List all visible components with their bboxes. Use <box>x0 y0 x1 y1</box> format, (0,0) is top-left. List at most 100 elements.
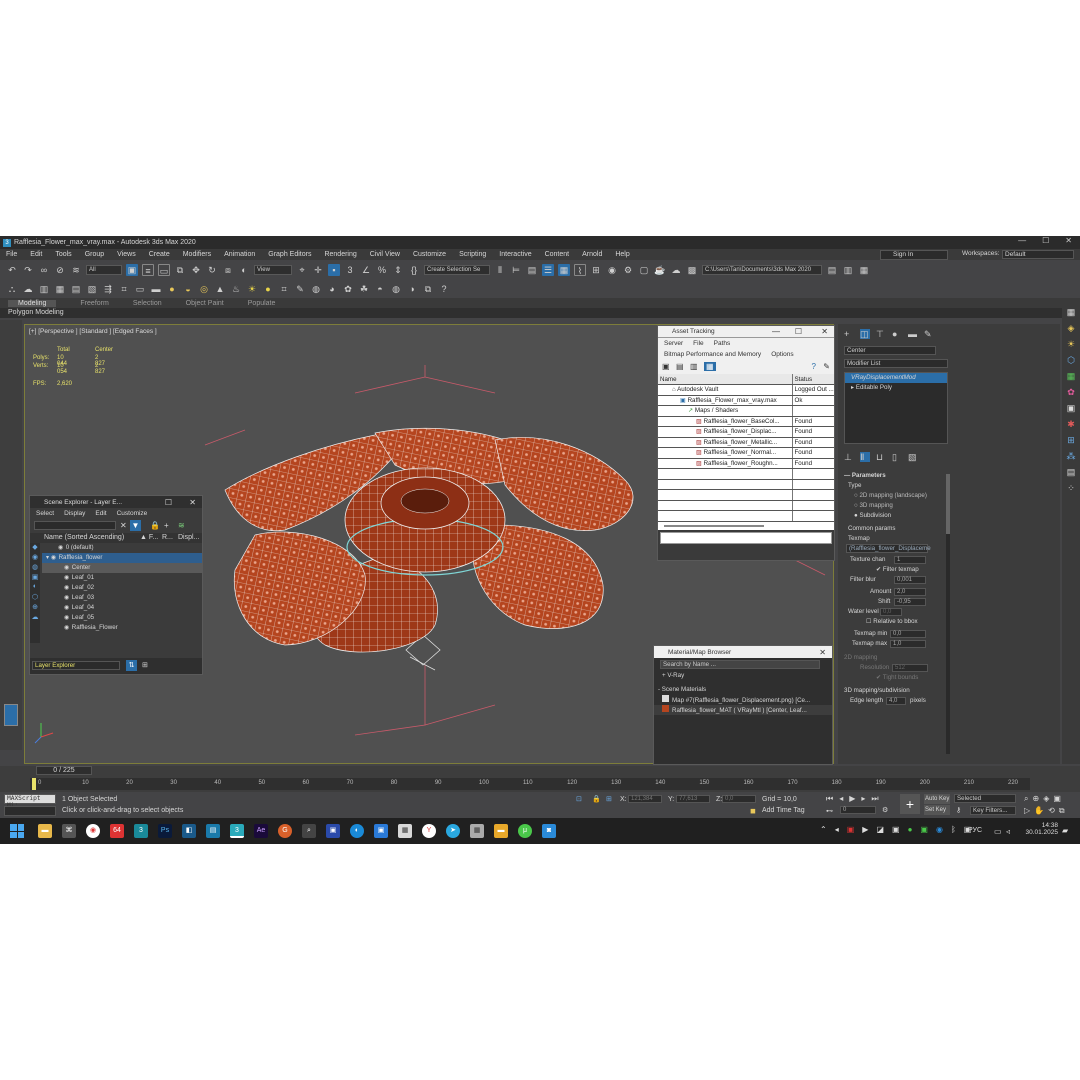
minimize-button[interactable]: — <box>1018 236 1026 245</box>
tray-icon-7[interactable]: ● <box>908 825 913 834</box>
command-panel-scrollbar[interactable] <box>946 474 950 754</box>
menu-scripting[interactable]: Scripting <box>459 251 486 258</box>
time-tag-icon[interactable]: ◼ <box>750 807 756 815</box>
asset-help-icon[interactable]: ? <box>812 362 816 371</box>
save-app-icon[interactable]: ▣ <box>326 824 340 838</box>
menu-civil-view[interactable]: Civil View <box>370 251 400 258</box>
col-display[interactable]: Displ... <box>178 534 199 541</box>
tab-selection[interactable]: Selection <box>133 300 162 307</box>
lock-icon[interactable]: 🔒 <box>150 521 160 530</box>
tree-row-leaf-01[interactable]: ◉ Leaf_01 <box>42 573 202 583</box>
workspace-dropdown[interactable]: Default <box>1002 250 1074 259</box>
asset-tracking-titlebar[interactable]: Asset Tracking — ☐ ✕ <box>658 326 834 338</box>
set-key-button[interactable]: Set Key <box>924 805 950 815</box>
rig-icon[interactable]: ⊞ <box>1062 432 1080 448</box>
render-setup-icon[interactable]: ⚙ <box>622 264 634 276</box>
display-tab-icon[interactable]: ▬ <box>908 329 918 339</box>
edge-icon[interactable]: ◐ <box>350 824 364 838</box>
telegram-icon[interactable]: ➤ <box>446 824 460 838</box>
create-tab-icon[interactable]: + <box>844 329 854 339</box>
menu-modifiers[interactable]: Modifiers <box>183 251 211 258</box>
side-tool-1-icon[interactable]: ◆ <box>30 543 40 553</box>
windows-start-icon[interactable] <box>10 824 24 838</box>
parameters-header[interactable]: — Parameters <box>844 471 944 481</box>
x-coordinate-field[interactable]: 121,384 <box>628 795 662 803</box>
key-icon[interactable]: ⚷ <box>956 806 961 814</box>
texmap-min-spinner[interactable]: 0,0 <box>890 630 926 638</box>
menu-interactive[interactable]: Interactive <box>499 251 531 258</box>
chrome-icon[interactable]: ◉ <box>86 824 100 838</box>
asset-pin-icon[interactable]: ✎ <box>823 362 830 371</box>
asset-menu-paths[interactable]: Paths <box>714 340 731 347</box>
asset-refresh-icon[interactable]: ▣ <box>662 362 670 371</box>
keyboard-shortcut-override-icon[interactable]: ▪ <box>328 264 340 276</box>
material-item[interactable]: Map #7(Rafflesia_flower_Displacement.png… <box>654 695 832 705</box>
grid-tools-icon[interactable]: ▦ <box>1062 368 1080 384</box>
prev-frame-icon[interactable]: ◂ <box>839 794 843 804</box>
side-tool-2-icon[interactable]: ◉ <box>30 553 40 563</box>
asset-row[interactable]: ↗ Maps / Shaders <box>658 405 834 417</box>
dome-icon[interactable]: ◒ <box>182 283 194 295</box>
pan-icon[interactable]: ✋ <box>1034 806 1044 816</box>
shift-spinner[interactable]: -0,95 <box>894 598 926 606</box>
app-64-icon[interactable]: 64 <box>110 824 124 838</box>
key-mode-icon[interactable]: ⊷ <box>826 807 833 815</box>
scene-explorer-close-icon[interactable]: ✕ <box>189 498 196 507</box>
material-editor-icon[interactable]: ◉ <box>606 264 618 276</box>
set-keys-icon[interactable]: + <box>900 794 920 814</box>
asset-menu-server[interactable]: Server <box>664 340 683 347</box>
rafflesia-flower-model[interactable] <box>224 427 634 653</box>
modifier-list-dropdown[interactable]: Modifier List <box>844 359 948 368</box>
toggle-ribbon-icon[interactable]: ▦ <box>558 264 570 276</box>
viewport-layout-tab[interactable] <box>4 704 18 726</box>
radio-subdivision[interactable]: ● Subdivision <box>844 511 944 521</box>
side-tool-4-icon[interactable]: ▣ <box>30 573 40 583</box>
proxy-icon[interactable]: ☘ <box>358 283 370 295</box>
reference-coord-dropdown[interactable]: View <box>254 265 292 275</box>
fov-icon[interactable]: ▷ <box>1024 806 1030 816</box>
menu-create[interactable]: Create <box>149 251 170 258</box>
tree-row-rafflesia-flower[interactable]: ◉ Rafflesia_Flower <box>42 623 202 633</box>
go-to-start-icon[interactable]: ⏮ <box>826 794 833 804</box>
arrows-icon[interactable]: ⇶ <box>102 283 114 295</box>
visibility-icon[interactable]: ◉ <box>64 603 70 613</box>
current-frame-field[interactable]: 0 <box>840 806 876 814</box>
cloud-icon[interactable]: ☁ <box>22 283 34 295</box>
project-folder-icon[interactable]: ▤ <box>826 264 838 276</box>
play-icon[interactable]: ▶ <box>849 794 855 804</box>
tray-send-icon[interactable]: ◂ <box>835 825 839 834</box>
bug-icon[interactable]: ✱ <box>1062 416 1080 432</box>
calendar-icon[interactable]: ▦ <box>398 824 412 838</box>
asset-menu-bitmap[interactable]: Bitmap Performance and Memory <box>664 351 761 358</box>
menu-group[interactable]: Group <box>85 251 104 258</box>
tray-icon-6[interactable]: ▣ <box>892 825 900 834</box>
command-panel-scroll-thumb[interactable] <box>946 474 950 534</box>
select-object-icon[interactable]: ▣ <box>126 264 138 276</box>
pin-stack-icon[interactable]: ⊥ <box>844 452 854 462</box>
3dsmax-icon[interactable]: 3 <box>134 824 148 838</box>
close-button[interactable]: ✕ <box>1065 236 1072 245</box>
maximize-viewport-icon[interactable]: ⧉ <box>1059 806 1065 816</box>
auto-key-button[interactable]: Auto Key <box>924 794 950 804</box>
asset-menu-file[interactable]: File <box>693 340 703 347</box>
absolute-mode-icon[interactable]: ⊞ <box>606 795 612 803</box>
menu-graph-editors[interactable]: Graph Editors <box>268 251 311 258</box>
water-level-spinner[interactable]: 0,0 <box>880 608 902 616</box>
visibility-icon[interactable]: ◉ <box>64 573 70 583</box>
se-menu-select[interactable]: Select <box>36 510 54 517</box>
particles-icon[interactable]: ⁂ <box>1062 448 1080 464</box>
menu-help[interactable]: Help <box>615 251 629 258</box>
modifier-stack-item[interactable]: VRayDisplacementMod <box>845 373 947 383</box>
texmap-max-spinner[interactable]: 1,0 <box>890 640 926 648</box>
tree-row-default-layer[interactable]: ◉ 0 (default) <box>42 543 202 553</box>
menu-animation[interactable]: Animation <box>224 251 255 258</box>
menu-customize[interactable]: Customize <box>413 251 446 258</box>
asset-minimize-icon[interactable]: — <box>772 327 780 336</box>
camera-icon[interactable]: ⌗ <box>118 283 130 295</box>
tree-row-rafflesia-layer[interactable]: ▾ ◉ Rafflesia_flower <box>42 553 202 563</box>
panel-icon[interactable]: ▧ <box>86 283 98 295</box>
col-render[interactable]: R... <box>162 534 173 541</box>
scene-explorer-maximize-icon[interactable]: ☐ <box>165 498 172 507</box>
mirror-icon[interactable]: ⫴ <box>494 264 506 276</box>
sort-icon[interactable]: ⇅ <box>126 660 137 671</box>
